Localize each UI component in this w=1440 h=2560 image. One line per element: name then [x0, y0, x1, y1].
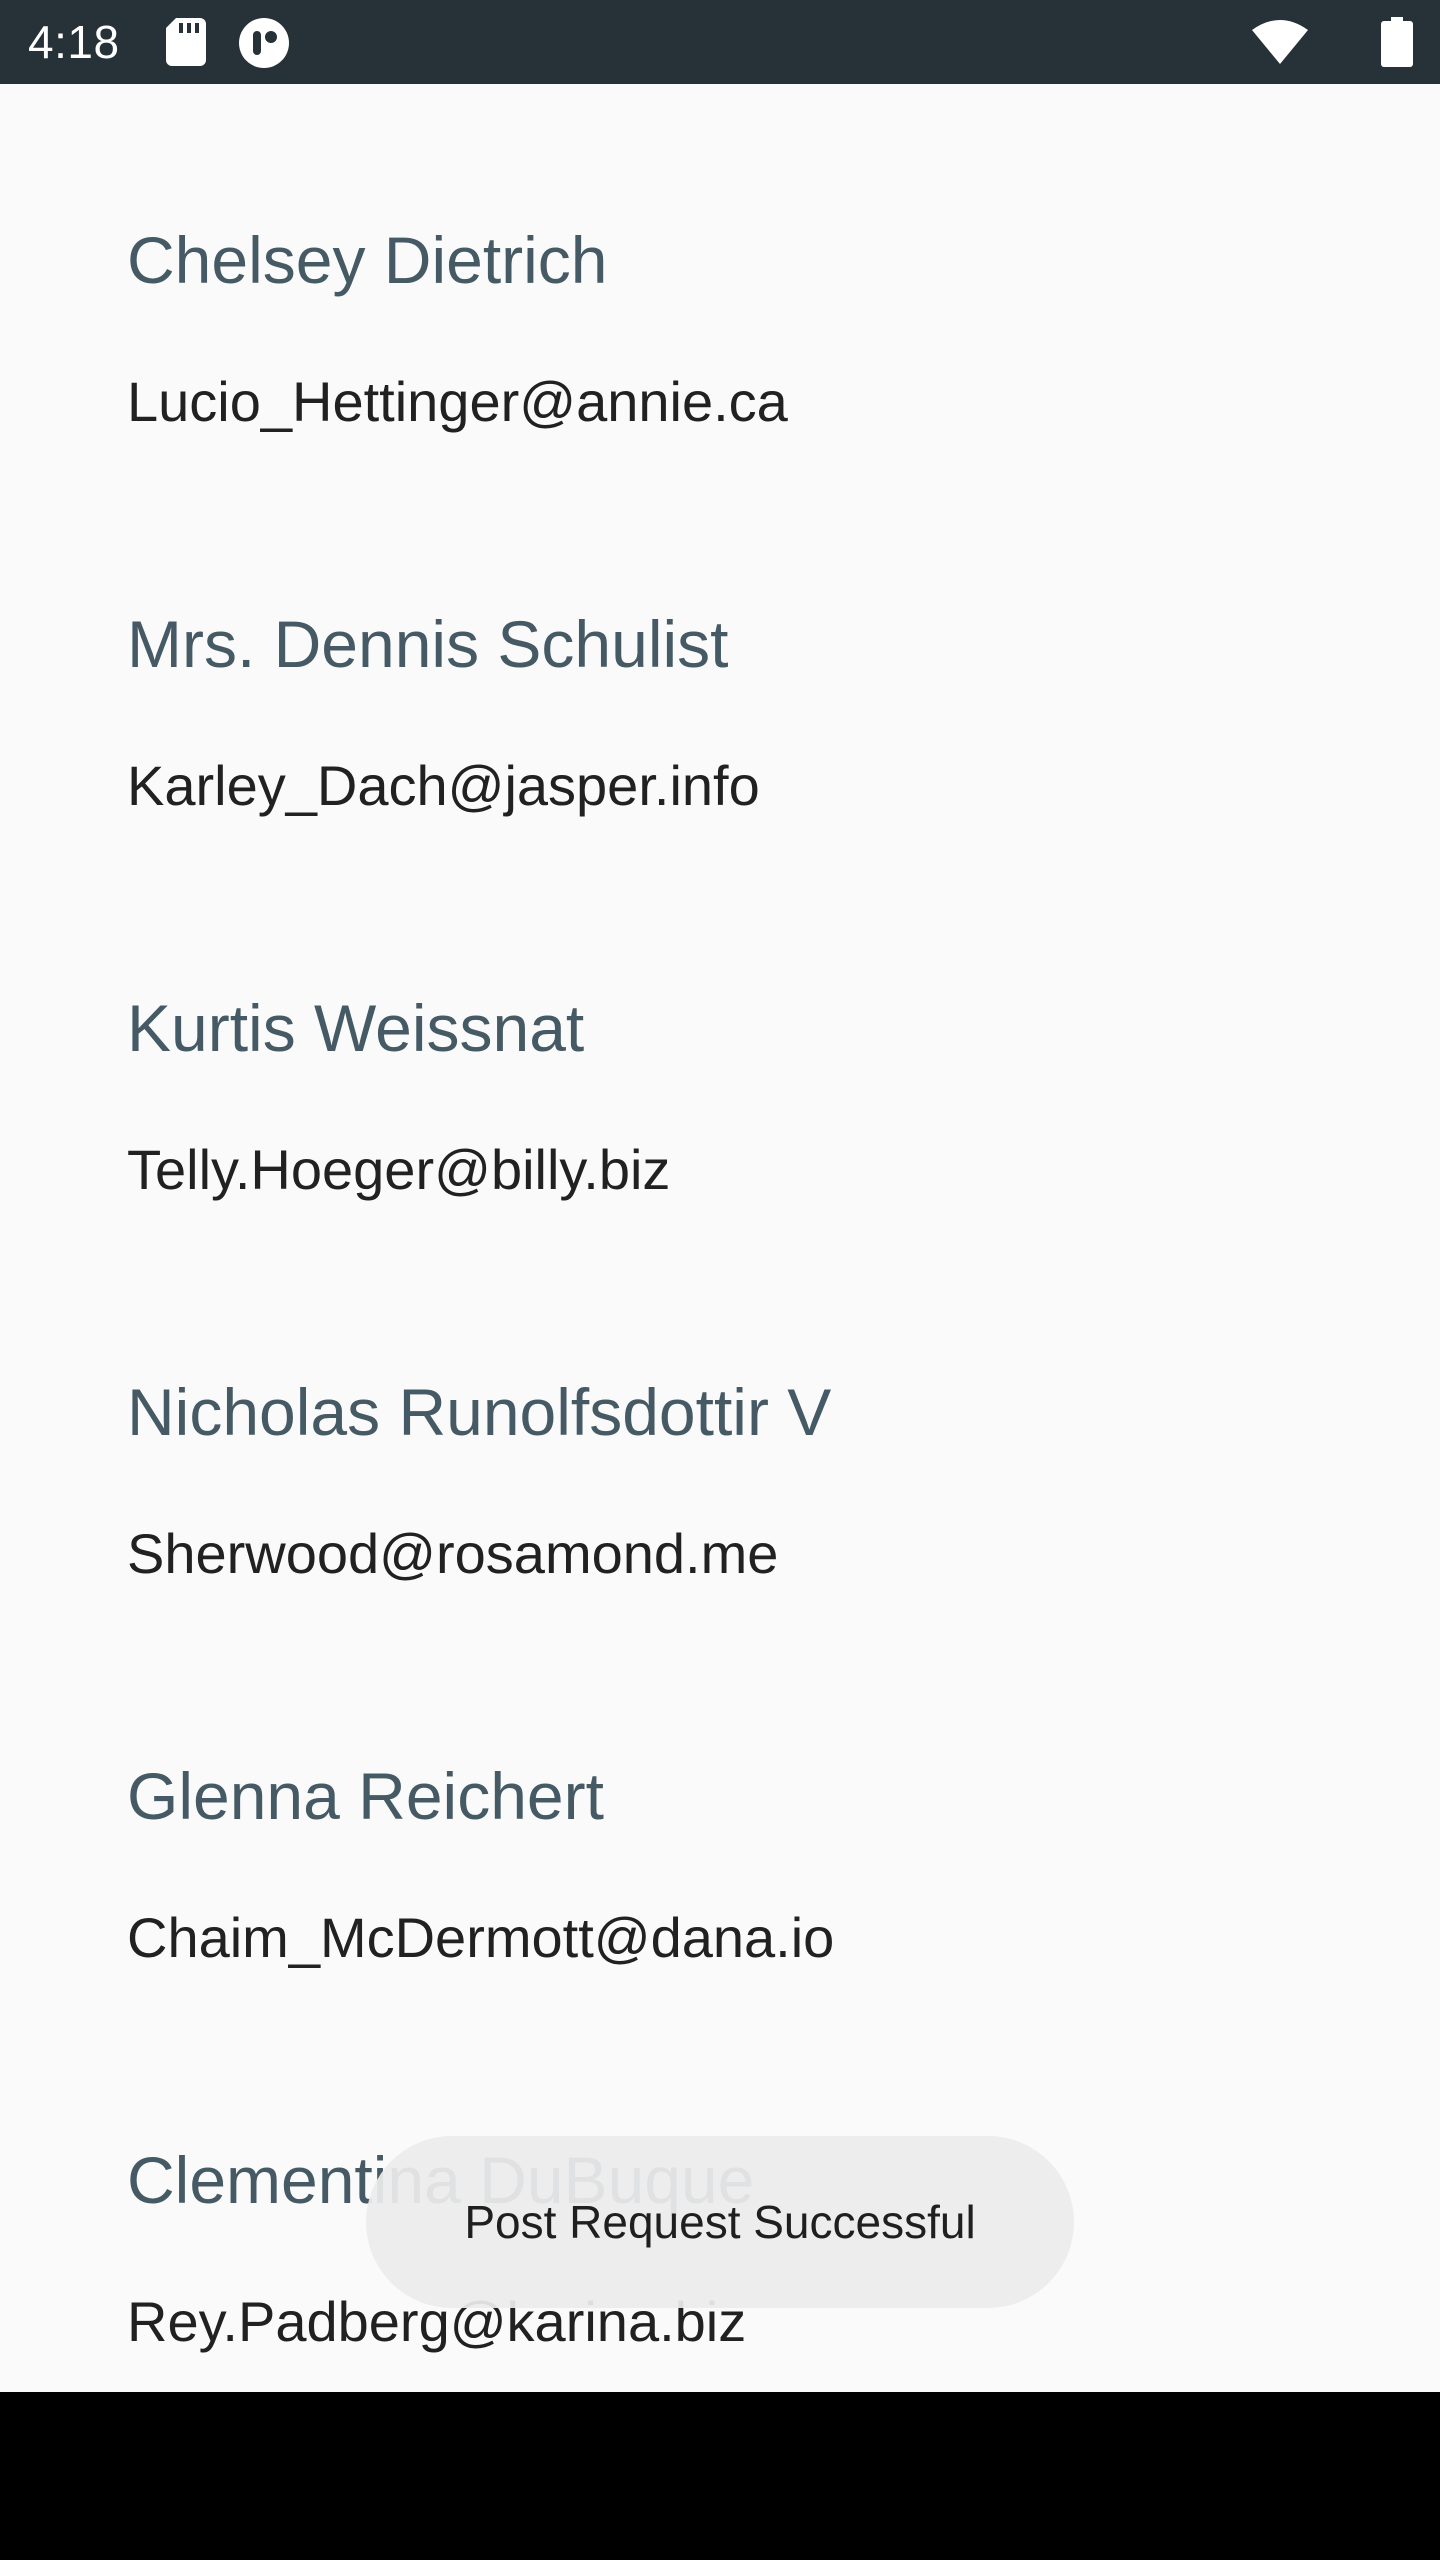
user-name: Kurtis Weissnat — [127, 991, 585, 1065]
user-email: Telly.Hoeger@billy.biz — [127, 1138, 671, 1201]
list-item[interactable]: Kurtis Weissnat Telly.Hoeger@billy.biz — [0, 852, 1440, 1236]
list-item[interactable]: Chelsey Dietrich Lucio_Hettinger@annie.c… — [0, 84, 1440, 468]
app-notification-icon — [239, 18, 289, 68]
user-name: Glenna Reichert — [127, 1759, 604, 1833]
user-list[interactable]: Chelsey Dietrich Lucio_Hettinger@annie.c… — [0, 84, 1440, 2392]
user-name: Mrs. Dennis Schulist — [127, 607, 729, 681]
wifi-icon — [1252, 20, 1308, 64]
status-time: 4:18 — [28, 16, 120, 68]
toast-message: Post Request Successful — [464, 2196, 976, 2248]
list-item[interactable]: Nicholas Runolfsdottir V Sherwood@rosamo… — [0, 1236, 1440, 1620]
navigation-bar — [0, 2392, 1440, 2560]
user-email: Karley_Dach@jasper.info — [127, 754, 760, 817]
battery-icon — [1381, 17, 1413, 67]
user-name: Chelsey Dietrich — [127, 223, 608, 297]
sd-card-icon — [166, 18, 206, 66]
toast: Post Request Successful — [366, 2136, 1074, 2308]
user-name: Nicholas Runolfsdottir V — [127, 1375, 832, 1449]
app-screen: 4:18 Chelsey Dietrich Lucio_Hettinger@an… — [0, 0, 1440, 2560]
user-email: Chaim_McDermott@dana.io — [127, 1906, 835, 1969]
list-item[interactable]: Mrs. Dennis Schulist Karley_Dach@jasper.… — [0, 468, 1440, 852]
status-bar: 4:18 — [0, 0, 1440, 84]
user-email: Lucio_Hettinger@annie.ca — [127, 370, 788, 433]
user-email: Sherwood@rosamond.me — [127, 1522, 779, 1585]
list-item[interactable]: Glenna Reichert Chaim_McDermott@dana.io — [0, 1620, 1440, 2004]
